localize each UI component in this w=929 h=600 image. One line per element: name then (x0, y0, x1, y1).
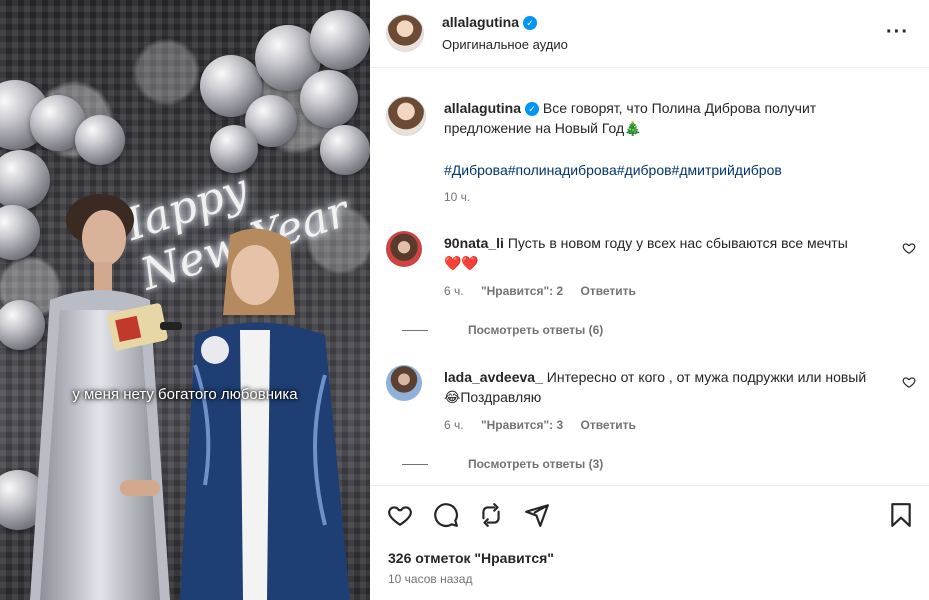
comment-body: Интересно от кого , от мужа подружки или… (546, 369, 867, 385)
likes-count[interactable]: 326 отметок "Нравится" (388, 550, 554, 566)
comment-username[interactable]: 90nata_li (444, 235, 504, 251)
balloon (75, 115, 125, 165)
caption-avatar[interactable] (386, 96, 426, 136)
caption-time-text[interactable]: 10 ч. (444, 190, 470, 204)
post-time: 10 часов назад (388, 572, 473, 586)
microphone (107, 303, 182, 351)
comment-meta: 6 ч. "Нравится": 2 Ответить (444, 284, 650, 298)
heart-icon[interactable] (387, 502, 413, 528)
divider (402, 329, 428, 331)
laughing-emoji: 😂 (444, 389, 461, 405)
comment-avatar[interactable] (386, 231, 422, 267)
comment-text: 90nata_li Пусть в новом году у всех нас … (444, 233, 864, 273)
comment-body: Пусть в новом году у всех нас сбываются … (507, 235, 848, 251)
reply-button[interactable]: Ответить (580, 418, 635, 432)
like-comment-heart-icon[interactable] (902, 375, 916, 389)
comment-text: lada_avdeeva_ Интересно от кого , от муж… (444, 367, 874, 407)
tree-emoji: 🎄 (624, 120, 642, 136)
post-header: allalagutina ✓ Оригинальное аудио ··· (370, 0, 929, 68)
caption-text: allalagutina ✓ Все говорят, что Полина Ди… (444, 98, 864, 138)
comment-body-end: Поздравляю (460, 389, 542, 405)
comment-time[interactable]: 6 ч. (444, 284, 464, 298)
woman-right (180, 228, 350, 600)
comment-likes[interactable]: "Нравится": 2 (481, 284, 563, 298)
share-icon[interactable] (524, 502, 550, 528)
reply-button[interactable]: Ответить (580, 284, 635, 298)
like-comment-heart-icon[interactable] (902, 241, 916, 255)
comment-time[interactable]: 6 ч. (444, 418, 464, 432)
view-replies-text[interactable]: Посмотреть ответы (3) (468, 457, 603, 471)
hearts-emoji: ❤️❤️ (444, 255, 479, 271)
comment-icon[interactable] (433, 502, 459, 528)
verified-icon: ✓ (523, 16, 538, 30)
caption-time: 10 ч. (444, 190, 484, 204)
view-replies-button[interactable]: Посмотреть ответы (6) (402, 323, 603, 337)
verified-icon: ✓ (525, 102, 540, 116)
caption-hashtags[interactable]: #Диброва#полинадиброва#дибров#дмитрийдиб… (444, 160, 782, 180)
balloon (310, 10, 370, 70)
comment-item: 90nata_li Пусть в новом году у всех нас … (386, 231, 916, 341)
header-username[interactable]: allalagutina ✓ (442, 14, 538, 30)
action-bar: 326 отметок "Нравится" 10 часов назад (370, 485, 929, 600)
comment-item: lada_avdeeva_ Интересно от кого , от муж… (386, 365, 916, 475)
balloon (300, 70, 358, 128)
repost-icon[interactable] (478, 502, 504, 528)
comment-username[interactable]: lada_avdeeva_ (444, 369, 543, 385)
post-media[interactable]: Happy New Year у меня нету богатого любо… (0, 0, 370, 600)
bookmark-icon[interactable] (888, 502, 914, 528)
caption-username[interactable]: allalagutina (444, 100, 521, 116)
post-caption: allalagutina ✓ Все говорят, что Полина Ди… (386, 96, 916, 206)
divider (402, 463, 428, 465)
header-username-text[interactable]: allalagutina (442, 14, 519, 30)
video-caption: у меня нету богатого любовника (72, 386, 298, 403)
avatar[interactable] (386, 14, 424, 52)
comment-likes[interactable]: "Нравится": 3 (481, 418, 563, 432)
view-replies-text[interactable]: Посмотреть ответы (6) (468, 323, 603, 337)
comment-avatar[interactable] (386, 365, 422, 401)
comment-meta: 6 ч. "Нравится": 3 Ответить (444, 418, 650, 432)
post-sidebar: allalagutina ✓ Оригинальное аудио ··· all… (370, 0, 929, 600)
audio-label[interactable]: Оригинальное аудио (442, 37, 568, 52)
comments-section[interactable]: allalagutina ✓ Все говорят, что Полина Ди… (370, 69, 929, 485)
more-options-icon[interactable]: ··· (886, 22, 909, 42)
view-replies-button[interactable]: Посмотреть ответы (3) (402, 457, 603, 471)
